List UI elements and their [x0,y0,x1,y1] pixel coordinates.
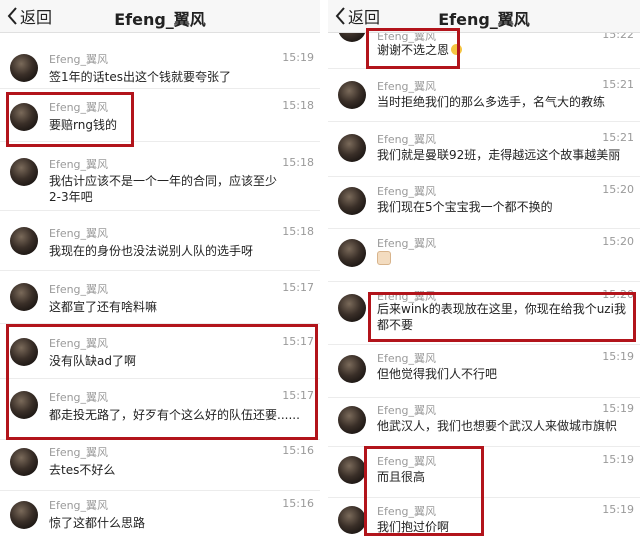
message-row[interactable]: Efeng_翼风 15:19 签1年的话tes出这个钱就要夸张了 [0,43,320,89]
left-chat-screen: 返回 Efeng_翼风 Efeng_翼风 15:19 签1年的话tes出这个钱就… [0,0,320,536]
avatar[interactable] [338,506,366,534]
sender-name: Efeng_翼风 [377,133,437,146]
timestamp: 15:20 [602,235,634,248]
message-row[interactable]: Efeng_翼风 15:21 当时拒绝我们的那么多选手，名气大的教练 [328,69,640,122]
highlight-box [6,92,134,147]
message-row[interactable]: Efeng_翼风 15:16 去tes不好么 [0,440,320,491]
timestamp: 15:21 [602,78,634,91]
page-title: Efeng_翼风 [114,10,206,29]
timestamp: 15:21 [602,131,634,144]
timestamp: 15:19 [602,453,634,466]
avatar[interactable] [10,501,38,529]
highlight-box [364,446,484,536]
message-row[interactable]: Efeng_翼风 15:19 但他觉得我们人不行吧 [328,345,640,398]
timestamp: 15:16 [282,497,314,510]
message-text: 他武汉人，我们也想要个武汉人来做城市旗帜 [377,419,618,433]
message-row[interactable]: Efeng_翼风 15:20 [328,229,640,282]
message-row[interactable]: Efeng_翼风 15:21 我们就是曼联92班，走得越远这个故事越美丽 [328,122,640,177]
message-row[interactable]: Efeng_翼风 15:18 我估计应该不是一个一年的合同，应该至少2-3年吧 [0,142,320,211]
message-text: 去tes不好么 [49,463,116,477]
avatar[interactable] [338,134,366,162]
sender-name: Efeng_翼风 [49,53,109,66]
message-text [377,251,391,269]
message-text: 我们就是曼联92班，走得越远这个故事越美丽 [377,148,621,162]
panel-divider [320,0,328,536]
sender-name: Efeng_翼风 [49,446,109,459]
right-chat-screen: Efeng_翼风 15:22 谢谢不选之恩 Efeng_翼风 15:21 当时拒… [328,0,640,536]
timestamp: 15:18 [282,225,314,238]
sender-name: Efeng_翼风 [377,185,437,198]
timestamp: 15:16 [282,444,314,457]
message-text: 我现在的身份也没法说别人队的选手呀 [49,244,254,258]
sender-name: Efeng_翼风 [377,80,437,93]
sender-name: Efeng_翼风 [377,404,437,417]
timestamp: 15:19 [282,51,314,64]
avatar[interactable] [338,294,366,322]
highlight-box [366,28,460,69]
message-row[interactable]: Efeng_翼风 15:18 我现在的身份也没法说别人队的选手呀 [0,211,320,271]
avatar[interactable] [10,283,38,311]
message-row[interactable]: Efeng_翼风 15:19 他武汉人，我们也想要个武汉人来做城市旗帜 [328,398,640,447]
highlight-box [368,292,636,342]
message-text: 我们现在5个宝宝我一个都不换的 [377,200,553,214]
message-text: 惊了这都什么思路 [49,516,146,530]
timestamp: 15:19 [602,350,634,363]
timestamp: 15:20 [602,183,634,196]
message-text: 这都宣了还有啥料嘛 [49,300,158,314]
nav-bar: 返回 Efeng_翼风 [0,0,320,33]
sender-name: Efeng_翼风 [377,352,437,365]
avatar[interactable] [338,456,366,484]
timestamp: 15:19 [602,402,634,415]
message-text: 但他觉得我们人不行吧 [377,367,498,381]
timestamp: 15:18 [282,156,314,169]
message-text: 签1年的话tes出这个钱就要夸张了 [49,70,231,84]
message-row[interactable]: Efeng_翼风 15:17 这都宣了还有啥料嘛 [0,271,320,324]
sender-name: Efeng_翼风 [49,499,109,512]
avatar[interactable] [338,239,366,267]
message-text: 当时拒绝我们的那么多选手，名气大的教练 [377,95,606,109]
avatar[interactable] [10,448,38,476]
timestamp: 15:17 [282,281,314,294]
message-row[interactable]: Efeng_翼风 15:20 我们现在5个宝宝我一个都不换的 [328,177,640,229]
timestamp: 15:18 [282,99,314,112]
avatar[interactable] [10,158,38,186]
avatar[interactable] [338,406,366,434]
sender-name: Efeng_翼风 [49,283,109,296]
avatar[interactable] [338,187,366,215]
message-row[interactable]: Efeng_翼风 15:16 惊了这都什么思路 [0,491,320,536]
avatar[interactable] [10,227,38,255]
sender-name: Efeng_翼风 [377,237,437,250]
sender-name: Efeng_翼风 [49,158,109,171]
page-title: Efeng_翼风 [438,10,530,29]
highlight-box [6,324,318,440]
message-text: 我估计应该不是一个一年的合同，应该至少2-3年吧 [49,174,278,204]
avatar[interactable] [338,81,366,109]
timestamp: 15:19 [602,503,634,516]
avatar[interactable] [338,355,366,383]
avatar[interactable] [10,54,38,82]
sender-name: Efeng_翼风 [49,227,109,240]
sticker-icon [377,251,391,265]
